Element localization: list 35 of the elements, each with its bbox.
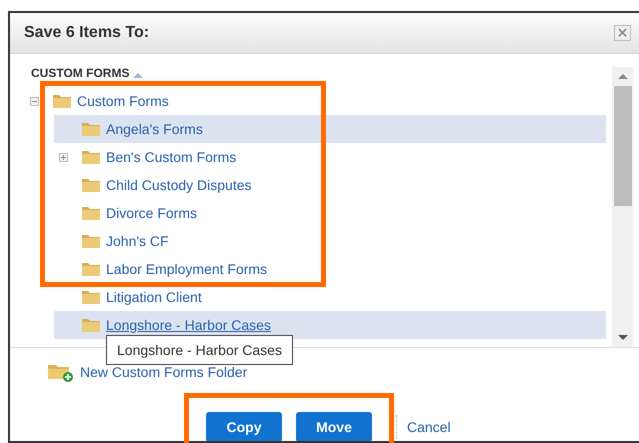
folder-link[interactable]: Litigation Client <box>106 289 202 305</box>
folder-link[interactable]: Ben's Custom Forms <box>106 149 236 165</box>
selected-row[interactable]: Longshore - Harbor Cases <box>54 311 606 339</box>
column-header[interactable]: CUSTOM FORMS <box>31 67 130 80</box>
folder-link[interactable]: Longshore - Harbor Cases <box>106 317 271 333</box>
folder-link[interactable]: Labor Employment Forms <box>106 261 268 277</box>
collapse-icon[interactable] <box>30 96 39 106</box>
folder-link[interactable]: Angela's Forms <box>106 121 203 137</box>
sort-arrow-icon[interactable] <box>133 73 144 78</box>
scroll-down-icon[interactable] <box>618 335 628 340</box>
folder-link[interactable]: Divorce Forms <box>106 205 198 221</box>
action-button[interactable]: Copy <box>206 412 282 441</box>
action-button[interactable]: Move <box>296 412 372 441</box>
folder-icon <box>81 149 101 165</box>
folder-icon <box>81 289 101 305</box>
folder-icon <box>81 317 101 333</box>
folder-icon <box>52 93 72 109</box>
folder-link[interactable]: Custom Forms <box>77 93 169 109</box>
folder-icon <box>81 233 101 249</box>
cancel-link[interactable]: Cancel <box>407 419 451 435</box>
new-folder-icon <box>47 362 73 382</box>
new-folder-link[interactable]: New Custom Forms Folder <box>80 364 248 380</box>
folder-link[interactable]: Child Custody Disputes <box>106 177 252 193</box>
scroll-thumb[interactable] <box>614 86 632 206</box>
expand-icon[interactable] <box>59 152 68 162</box>
folder-icon <box>81 205 101 221</box>
folder-icon <box>81 261 101 277</box>
window-title: Save 6 Items To: <box>24 24 150 42</box>
tooltip: Longshore - Harbor Cases <box>106 335 293 365</box>
scrollbar[interactable] <box>612 67 633 347</box>
folder-icon <box>81 121 101 137</box>
selected-row[interactable]: Angela's Forms <box>54 115 606 143</box>
folder-icon <box>81 177 101 193</box>
folder-link[interactable]: John's CF <box>106 233 169 249</box>
scroll-up-icon[interactable] <box>618 74 628 79</box>
